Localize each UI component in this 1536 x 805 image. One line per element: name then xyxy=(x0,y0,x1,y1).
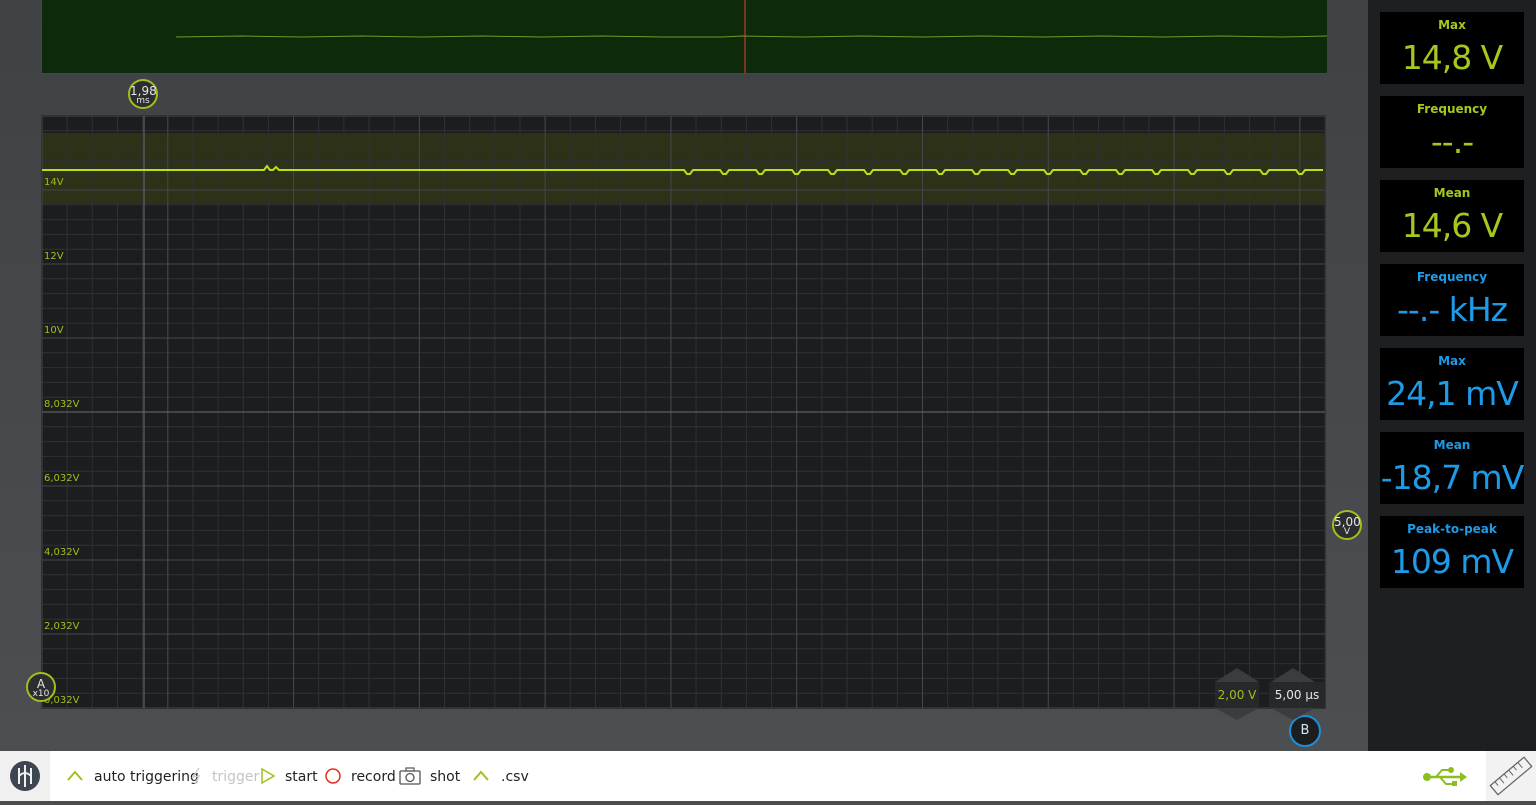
y-label-4v: 4,032V xyxy=(44,547,80,558)
y-label-12v: 12V xyxy=(44,251,64,262)
meas-a-max[interactable]: Max 14,8 V xyxy=(1380,12,1524,84)
meas-value: 24,1 mV xyxy=(1386,374,1519,413)
bottom-toolbar: auto triggering trigger start record sho… xyxy=(0,751,1536,801)
meas-value: --.- xyxy=(1430,122,1474,161)
start-button[interactable]: start xyxy=(285,751,318,801)
csv-icon xyxy=(473,770,489,781)
y-label-10v: 10V xyxy=(44,325,64,336)
meas-label: Mean xyxy=(1433,438,1471,452)
channel-a-marker[interactable]: A x10 xyxy=(26,672,56,702)
shot-button[interactable]: shot xyxy=(430,751,460,801)
time-down-arrow[interactable] xyxy=(1271,708,1315,720)
meas-value: 14,8 V xyxy=(1401,38,1504,77)
ruler-icon[interactable] xyxy=(1486,751,1536,801)
record-button[interactable]: record xyxy=(351,751,396,801)
meas-b-frequency[interactable]: Frequency --.- kHz xyxy=(1380,264,1524,336)
channel-a-letter: A xyxy=(36,677,46,691)
overview-trace xyxy=(175,35,1327,38)
meas-value: 109 mV xyxy=(1390,542,1514,581)
csv-button[interactable]: .csv xyxy=(501,751,529,801)
record-icon xyxy=(325,768,341,784)
meas-value: 14,6 V xyxy=(1401,206,1504,245)
voltage-up-arrow[interactable] xyxy=(1215,668,1259,682)
scope-area: 14V 12V 10V 8,032V 6,032V 4,032V 2,032V … xyxy=(0,0,1368,751)
y-label-8v: 8,032V xyxy=(44,399,80,410)
time-cursor-marker[interactable]: 1,98 ms xyxy=(128,79,158,109)
time-scale[interactable]: 5,00 µs xyxy=(1269,682,1325,708)
measurement-panel: Max 14,8 V Frequency --.- Mean 14,6 V Fr… xyxy=(1368,0,1536,751)
meas-a-frequency[interactable]: Frequency --.- xyxy=(1380,96,1524,168)
meas-label: Mean xyxy=(1433,186,1471,200)
main-plot[interactable]: 14V 12V 10V 8,032V 6,032V 4,032V 2,032V … xyxy=(41,115,1326,709)
meas-a-mean[interactable]: Mean 14,6 V xyxy=(1380,180,1524,252)
meas-label: Max xyxy=(1438,354,1466,368)
start-icon xyxy=(261,767,276,785)
camera-icon xyxy=(399,767,421,785)
trigger-icon xyxy=(191,767,201,785)
channel-a-scale: x10 xyxy=(32,689,50,699)
y-label-2v: 2,032V xyxy=(44,621,80,632)
trigger-button[interactable]: trigger xyxy=(212,751,259,801)
auto-triggering-button[interactable]: auto triggering xyxy=(94,751,199,801)
plot-grid xyxy=(42,116,1325,708)
meas-label: Frequency xyxy=(1416,270,1488,284)
y-label-6v: 6,032V xyxy=(44,473,80,484)
offset-marker[interactable]: 5,00 V xyxy=(1332,510,1362,540)
time-cursor-value: 1,98 xyxy=(130,84,157,98)
time-up-arrow[interactable] xyxy=(1271,668,1315,682)
app-logo-icon[interactable] xyxy=(0,751,50,801)
meas-b-peak-to-peak[interactable]: Peak-to-peak 109 mV xyxy=(1380,516,1524,588)
offset-value: 5,00 xyxy=(1334,515,1361,529)
meas-value: --.- kHz xyxy=(1397,290,1508,329)
meas-label: Peak-to-peak xyxy=(1407,522,1497,536)
auto-triggering-icon xyxy=(67,770,83,781)
meas-b-mean[interactable]: Mean -18,7 mV xyxy=(1380,432,1524,504)
y-label-14v: 14V xyxy=(44,177,64,188)
meas-value: -18,7 mV xyxy=(1380,458,1525,497)
offset-unit: V xyxy=(1343,527,1351,537)
overview-strip[interactable] xyxy=(41,0,1327,74)
time-cursor-unit: ms xyxy=(136,96,150,106)
overview-svg xyxy=(175,0,1327,73)
active-voltage-band xyxy=(42,133,1325,204)
voltage-scale[interactable]: 2,00 V xyxy=(1215,682,1259,708)
meas-label: Max xyxy=(1438,18,1466,32)
voltage-down-arrow[interactable] xyxy=(1215,708,1259,720)
meas-label: Frequency xyxy=(1416,102,1488,116)
usb-icon xyxy=(1423,767,1467,786)
meas-b-max[interactable]: Max 24,1 mV xyxy=(1380,348,1524,420)
